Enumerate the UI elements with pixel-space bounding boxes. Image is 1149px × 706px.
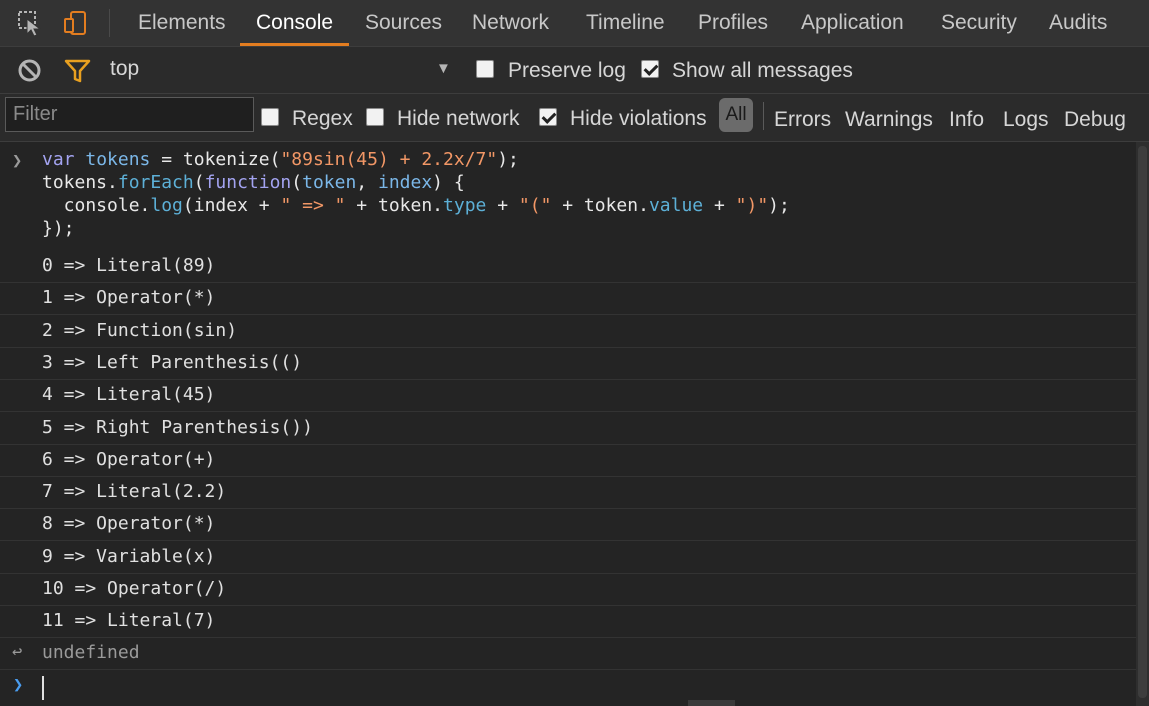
log-message: 2 => Function(sin) (42, 319, 238, 341)
log-message: 9 => Variable(x) (42, 545, 216, 567)
level-errors-button[interactable]: Errors (774, 108, 831, 132)
log-message: 0 => Literal(89) (42, 255, 216, 276)
log-row: 7 => Literal(2.2) (0, 476, 1149, 510)
level-warnings-button[interactable]: Warnings (845, 108, 933, 132)
hide-network-label: Hide network (397, 107, 520, 130)
filter-icon[interactable] (64, 59, 91, 83)
result-value: undefined (42, 642, 140, 663)
input-prompt-icon: ❯ (13, 675, 24, 695)
preserve-log-checkbox[interactable] (476, 60, 494, 78)
scrollbar-thumb[interactable] (1138, 146, 1147, 698)
level-logs-button[interactable]: Logs (1003, 108, 1049, 132)
log-row: 10 => Operator(/) (0, 573, 1149, 606)
log-message: 7 => Literal(2.2) (42, 481, 227, 503)
inspect-element-icon[interactable] (16, 9, 44, 37)
tab-console[interactable]: Console (256, 0, 333, 47)
console-messages: ❯ var tokens = tokenize("89sin(45) + 2.2… (0, 142, 1149, 706)
level-info-button[interactable]: Info (949, 108, 984, 132)
tab-timeline[interactable]: Timeline (586, 0, 665, 47)
hide-violations-checkbox[interactable] (539, 108, 557, 126)
filter-input[interactable] (5, 97, 254, 132)
regex-label: Regex (292, 107, 353, 130)
level-debug-button[interactable]: Debug (1064, 108, 1126, 132)
level-divider (763, 102, 764, 130)
chevron-down-icon[interactable]: ▼ (436, 60, 451, 77)
active-tab-indicator (240, 43, 349, 46)
log-message: 6 => Operator(+) (42, 448, 216, 470)
tab-network[interactable]: Network (472, 0, 549, 47)
level-all-button[interactable]: All (719, 98, 753, 132)
log-row: 3 => Left Parenthesis(() (0, 347, 1149, 380)
tab-profiles[interactable]: Profiles (698, 0, 768, 47)
show-all-messages-checkbox[interactable] (641, 60, 659, 78)
log-message: 11 => Literal(7) (42, 610, 216, 632)
log-row: 8 => Operator(*) (0, 508, 1149, 542)
input-prompt-icon: ❯ (12, 151, 23, 171)
toolbar-divider (109, 9, 110, 37)
log-row: 4 => Literal(45) (0, 379, 1149, 413)
tab-sources[interactable]: Sources (365, 0, 442, 47)
log-row: 1 => Operator(*) (0, 282, 1149, 316)
code-line: tokens.forEach(function(token, index) { (42, 172, 465, 193)
tab-application[interactable]: Application (801, 0, 904, 47)
hide-violations-label: Hide violations (570, 107, 707, 130)
log-message: 3 => Left Parenthesis(() (42, 351, 303, 373)
log-message: 10 => Operator(/) (42, 578, 227, 599)
console-filter-bar: Regex Hide network Hide violations All E… (0, 94, 1149, 142)
code-line: }); (42, 218, 75, 239)
context-selector[interactable]: top (110, 57, 139, 81)
regex-checkbox[interactable] (261, 108, 279, 126)
preserve-log-label: Preserve log (508, 59, 626, 82)
horizontal-scrollbar-thumb[interactable] (688, 700, 735, 706)
console-input-entry: ❯ var tokens = tokenize("89sin(45) + 2.2… (0, 148, 1149, 251)
log-row: 5 => Right Parenthesis()) (0, 412, 1149, 445)
log-message: 4 => Literal(45) (42, 384, 216, 406)
log-message: 5 => Right Parenthesis()) (42, 416, 313, 438)
log-row: 6 => Operator(+) (0, 444, 1149, 477)
device-toolbar-icon[interactable] (62, 9, 90, 37)
log-message: 8 => Operator(*) (42, 513, 216, 535)
tab-audits[interactable]: Audits (1049, 0, 1107, 47)
code-line: var tokens = tokenize("89sin(45) + 2.2x/… (42, 149, 519, 170)
tab-elements[interactable]: Elements (138, 0, 226, 47)
result-arrow-icon: ↩ (12, 642, 23, 662)
log-row: 11 => Literal(7) (0, 605, 1149, 639)
console-toolbar: top ▼ Preserve log Show all messages (0, 47, 1149, 94)
code-line: console.log(index + " => " + token.type … (42, 195, 790, 216)
clear-console-icon[interactable] (17, 58, 42, 83)
text-caret (42, 676, 44, 700)
show-all-messages-label: Show all messages (672, 59, 853, 82)
hide-network-checkbox[interactable] (366, 108, 384, 126)
log-row: 0 => Literal(89) (0, 250, 1149, 283)
tab-security[interactable]: Security (941, 0, 1017, 47)
console-prompt-row[interactable]: ❯ (0, 670, 1149, 706)
log-row: 2 => Function(sin) (0, 315, 1149, 348)
result-row: ↩ undefined (0, 638, 1149, 670)
log-row: 9 => Variable(x) (0, 541, 1149, 574)
devtools-tab-bar: Elements Console Sources Network Timelin… (0, 0, 1149, 47)
log-message: 1 => Operator(*) (42, 287, 216, 309)
